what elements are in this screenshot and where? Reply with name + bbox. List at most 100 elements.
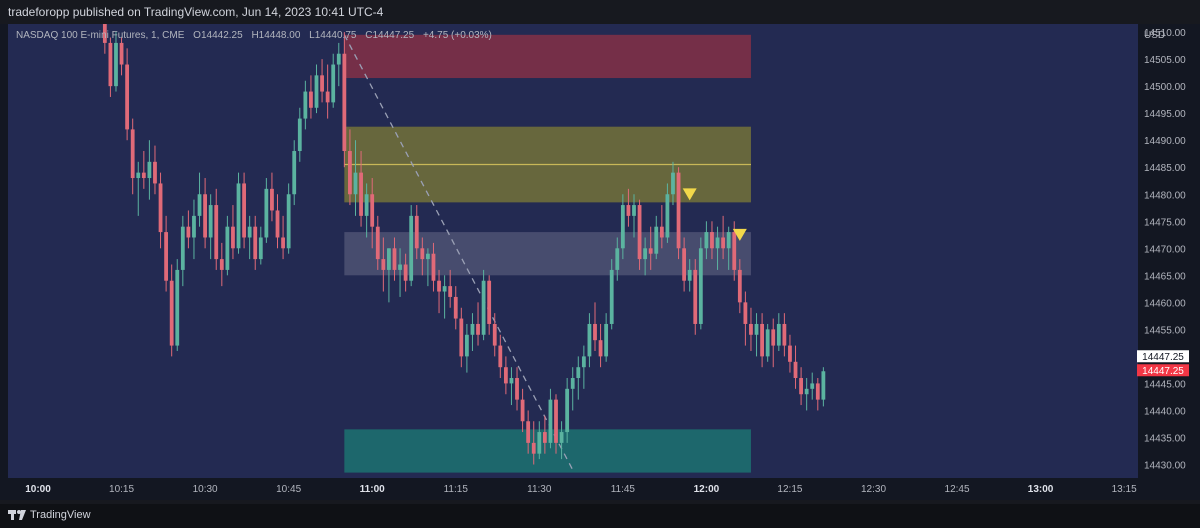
candle-body <box>526 421 531 443</box>
candle <box>175 259 180 351</box>
chart-area[interactable]: 14510.00 14505.00 14500.00 14495.00 14490.00… <box>0 10 1200 500</box>
candle-body <box>387 248 391 270</box>
candle-body <box>403 264 408 281</box>
x-tick-label: 10:30 <box>193 484 218 495</box>
x-tick-label: 10:00 <box>25 484 51 495</box>
time-axis: 10:00 10:15 10:30 10:45 11:00 11:15 11:30 11:45… <box>25 484 1137 495</box>
candle <box>765 323 770 362</box>
candle-body <box>665 194 670 238</box>
candle-body <box>169 280 174 346</box>
candle-body <box>364 194 369 216</box>
candle-body <box>498 345 503 368</box>
y-tick-label: 14505.00 <box>1144 55 1186 66</box>
candle-body <box>815 383 820 400</box>
candle-body <box>437 280 441 292</box>
symbol-legend: NASDAQ 100 E-mini Futures, 1, CME O14442… <box>16 30 498 41</box>
candle-body <box>682 248 687 281</box>
candle-body <box>487 280 492 324</box>
candle-body <box>576 367 581 379</box>
candle-body <box>721 237 726 249</box>
candle-body <box>114 42 118 87</box>
candle-body <box>609 269 614 324</box>
candle-body <box>309 91 313 108</box>
y-tick-label: 14470.00 <box>1144 244 1186 255</box>
candle-body <box>737 269 742 303</box>
candle-body <box>559 432 564 443</box>
candle-body <box>381 259 386 270</box>
candle-body <box>353 172 358 195</box>
candle-body <box>760 323 764 357</box>
candle-body <box>732 232 737 270</box>
candle-body <box>637 205 642 260</box>
x-tick-label: 10:45 <box>276 484 301 495</box>
candle-body <box>587 323 592 357</box>
candle-body <box>604 323 609 357</box>
candle-body <box>286 194 291 249</box>
candle-body <box>481 280 486 335</box>
candle-body <box>704 232 709 249</box>
zone-demand[interactable] <box>344 429 751 473</box>
candle-body <box>542 432 547 443</box>
candle-body <box>810 383 815 389</box>
candle-body <box>715 237 720 249</box>
candle-body <box>459 318 464 357</box>
candle-body <box>370 194 375 227</box>
candle-body <box>793 361 798 379</box>
candle-body <box>765 329 770 357</box>
x-tick-label: 12:15 <box>777 484 802 495</box>
candle-body <box>464 334 469 357</box>
symbol-name: NASDAQ 100 E-mini Futures, 1, CME <box>16 30 185 41</box>
candle-body <box>643 248 648 260</box>
candle <box>242 172 246 249</box>
candle-body <box>726 232 731 249</box>
candle-body <box>771 329 776 346</box>
publisher-bar: tradeforopp published on TradingView.com… <box>0 0 1200 24</box>
candle-body <box>186 226 191 238</box>
candle-body <box>153 161 157 184</box>
candle-body <box>431 253 436 281</box>
x-tick-label: 13:15 <box>1112 484 1137 495</box>
candlestick-chart[interactable]: 14510.0014505.0014500.0014495.0014490.00… <box>0 10 1200 500</box>
footer-bar: TradingView <box>0 504 1200 528</box>
zone-supply[interactable] <box>344 34 751 79</box>
candle-body <box>119 42 124 65</box>
candle-body <box>804 388 809 395</box>
legend-close: C14447.25 <box>365 30 415 41</box>
candle-body <box>348 151 352 195</box>
tradingview-logo-icon[interactable] <box>8 508 26 522</box>
candle-body <box>175 269 180 346</box>
candle-body <box>626 205 631 216</box>
candle-body <box>320 75 324 92</box>
candle-body <box>192 215 196 238</box>
candle-body <box>158 183 163 233</box>
candle-body <box>108 42 113 87</box>
publisher-text: tradeforopp published on TradingView.com… <box>8 5 384 19</box>
last-price-label-red: 14447.25 <box>1142 366 1184 377</box>
legend-change: +4.75 (+0.03%) <box>422 30 492 41</box>
candle-body <box>754 323 759 335</box>
candle-body <box>509 378 514 384</box>
candle-body <box>448 286 453 297</box>
candle-body <box>197 194 202 216</box>
candle-body <box>331 64 336 103</box>
candle-body <box>799 378 803 395</box>
candle-body <box>242 183 246 238</box>
y-tick-label: 14465.00 <box>1144 271 1186 282</box>
candle-body <box>548 399 553 443</box>
candle-body <box>470 323 475 335</box>
candle-body <box>219 259 224 270</box>
candle-body <box>659 226 664 238</box>
price-axis-panel[interactable] <box>1138 24 1200 500</box>
candle-body <box>593 323 597 341</box>
candle-body <box>537 432 542 454</box>
candle-body <box>453 296 458 319</box>
candle-body <box>710 232 714 249</box>
candle-body <box>581 356 586 368</box>
y-tick-label: 14445.00 <box>1144 379 1186 390</box>
candle-body <box>136 172 141 179</box>
candle-body <box>693 269 698 324</box>
x-tick-label: 12:00 <box>694 484 720 495</box>
candle-body <box>743 302 748 324</box>
candle-body <box>258 237 263 260</box>
candle-body <box>598 340 603 357</box>
